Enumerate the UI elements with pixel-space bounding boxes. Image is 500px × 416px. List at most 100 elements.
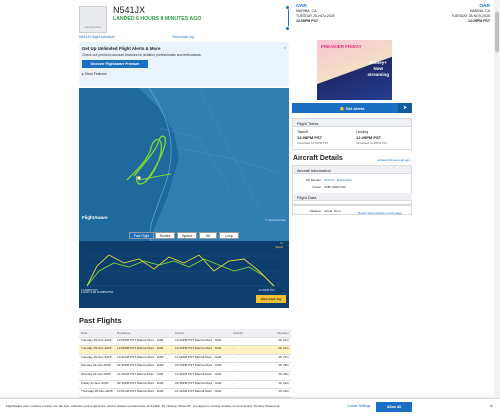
tab-loop[interactable]: Loop — [219, 232, 239, 239]
landing-scheduled: Scheduled 12:28PM PST — [356, 141, 388, 145]
takeoff-time: 12:08PM PST — [297, 135, 323, 140]
table-row[interactable]: Thursday 20-Nov-2025 10:51AM PST Marina M… — [79, 388, 291, 398]
table-row[interactable]: Tuesday 25-Nov-2025 12:08PM PST Marina Mu… — [79, 345, 291, 355]
map-credit: © OpenStreetMap — [265, 219, 286, 222]
view-track-log-button[interactable]: View track log — [256, 295, 286, 303]
col-duration: Duration — [267, 329, 291, 338]
table-row[interactable]: Tuesday 25-Nov-2025 10:42AM PST Marina Mu… — [79, 353, 291, 363]
cell-departure: 10:51AM PST Marina Muni · OAR — [115, 388, 173, 398]
origin-block: OAR MARINA, CA TUESDAY 25-NOV-2025 12:08… — [296, 4, 335, 24]
tab-alt[interactable]: Alt — [199, 232, 217, 239]
cell-date: Monday 24-Nov-2025 — [79, 370, 115, 381]
destination-block: OAR MARINA, CA TUESDAY 25-NOV-2025 12:29… — [420, 4, 490, 24]
cookie-banner: FlightAware uses cookies to keep our sit… — [0, 398, 500, 416]
landing-label: Landing — [356, 130, 369, 134]
show-features-toggle[interactable]: ▸ Show Features — [82, 72, 107, 76]
cell-arrival: 02:38PM PST Marina Muni · OAR — [173, 379, 231, 389]
cell-arrival: 11:09AM PST Marina Muni · OAR — [173, 353, 231, 363]
cell-aircraft: - — [231, 353, 267, 363]
cell-departure: 02:45PM PST Marina Muni · OAR — [115, 362, 173, 372]
speed-line — [86, 254, 275, 287]
cell-arrival: 11:30AM PST Marina Muni · OAR — [173, 370, 231, 381]
airport-marker-icon[interactable] — [136, 175, 142, 181]
cell-arrival: 03:10PM PST Marina Muni · OAR — [173, 362, 231, 372]
cell-duration: 0h 27m — [267, 353, 291, 363]
flight-data-title: Flight Data — [293, 193, 412, 201]
cookie-text: FlightAware uses cookies to keep our sit… — [6, 404, 280, 408]
altitude-line — [86, 258, 275, 287]
flight-track — [138, 173, 172, 181]
cell-duration: 0h 25m — [267, 362, 291, 372]
close-icon[interactable]: × — [490, 404, 493, 410]
origin-time: 12:08PM PST — [296, 19, 318, 23]
altitude-speed-graph: 12:08PM PST 12:29PM PST Alt Speed 1.0:00… — [79, 241, 289, 308]
tab-speed[interactable]: Speed — [177, 232, 197, 239]
flight-times-panel: Flight Times Takeoff 12:08PM PST Schedul… — [292, 118, 412, 150]
legend-speed: Speed — [275, 246, 283, 249]
col-date: Date — [79, 329, 115, 338]
aircraft-photo-placeholder[interactable]: upload photo — [79, 6, 107, 33]
cell-date: Tuesday 25-Nov-2025 — [79, 345, 115, 355]
aircraft-info-title: Aircraft Information — [293, 166, 411, 174]
cell-aircraft: - — [231, 370, 267, 381]
allow-all-button[interactable]: Allow All — [376, 402, 412, 412]
table-row[interactable]: Tuesday 25-Nov-2025 12:08PM PST Marina Mu… — [79, 336, 291, 346]
landing-time: 12:29PM PST — [356, 135, 382, 140]
report-inaccuracies-link[interactable]: Report inaccuracies on this page — [358, 211, 402, 215]
cell-duration: 0h 22m — [267, 379, 291, 389]
get-alerts-label: Get Alerts — [345, 105, 365, 111]
flight-times-title: Flight Times — [293, 119, 411, 127]
col-departure: Departure — [115, 329, 173, 338]
scrollbar-thumb[interactable] — [495, 12, 499, 52]
cell-duration: 0h 23m — [267, 388, 291, 398]
legend-alt: Alt — [279, 242, 283, 245]
cell-aircraft: - — [231, 388, 267, 398]
updated-link[interactable]: updated 03 seconds ago — [377, 158, 410, 162]
cell-duration: 0h 21m — [267, 336, 291, 346]
table-row[interactable]: Friday 21-Nov-2025 02:16PM PST Marina Mun… — [79, 379, 291, 389]
cell-date: Friday 21-Nov-2025 — [79, 379, 115, 389]
cell-aircraft: - — [231, 345, 267, 355]
owner-label: Owner — [312, 185, 321, 189]
get-alerts-button[interactable]: 🔔 Get Alerts — [292, 103, 412, 113]
share-icon[interactable]: ⮞ — [398, 103, 412, 113]
scrollbar[interactable] — [494, 0, 500, 398]
takeoff-label: Takeoff — [297, 130, 308, 134]
cell-arrival: 12:29PM PST Marina Muni · OAR — [173, 336, 231, 346]
cell-duration: 0h 21m — [267, 345, 291, 355]
upload-photo-label: upload photo — [84, 25, 102, 29]
cell-aircraft: - — [231, 362, 267, 372]
cell-date: Tuesday 25-Nov-2025 — [79, 353, 115, 363]
takeoff-scheduled: Scheduled 12:12PM PST — [297, 141, 329, 145]
table-row[interactable]: Monday 24-Nov-2025 02:45PM PST Marina Mun… — [79, 362, 291, 372]
tail-label: Tail Number — [305, 178, 321, 182]
close-icon[interactable]: × — [284, 45, 286, 50]
table-row[interactable]: Monday 24-Nov-2025 11:04AM PST Marina Mun… — [79, 370, 291, 381]
cookie-settings-link[interactable]: Cookie Settings — [347, 404, 371, 408]
tab-routes[interactable]: Routes — [155, 232, 175, 239]
origin-dot-icon — [285, 5, 290, 10]
time-readout: 1.0:00 / 1:00 12:00PM PST — [81, 291, 114, 294]
distance-value: Actual: 40 mi — [324, 209, 341, 213]
tail-value[interactable]: N541JX · Registration — [324, 178, 352, 182]
cell-arrival: 12:29PM PST Marina Muni · OAR — [173, 345, 231, 355]
premium-promo: Get Up Unlimited Flight Alerts & More Ch… — [79, 42, 289, 86]
ad-line2: streaming — [367, 72, 389, 77]
flight-schedule-link[interactable]: N541JX flight schedule — [79, 35, 115, 39]
tab-past-flight[interactable]: Past Flight — [129, 232, 154, 239]
col-arrival: Arrival — [173, 329, 231, 338]
destination-dot-icon — [285, 26, 290, 31]
ad-right-text: Disney+ Now streaming — [367, 60, 389, 78]
advertisement[interactable]: FREAKIER FRIDAY Disney+ Now streaming — [317, 40, 392, 100]
map-svg — [126, 88, 289, 241]
graph-x-end: 12:29PM PST — [258, 289, 275, 292]
cell-departure: 11:04AM PST Marina Muni · OAR — [115, 370, 173, 381]
discover-premium-button[interactable]: Discover FlightAware Premium — [82, 60, 148, 68]
flight-map[interactable]: FlightAware © OpenStreetMap — [79, 88, 289, 241]
cell-departure: 02:16PM PST Marina Muni · OAR — [115, 379, 173, 389]
cell-duration: 0h 26m — [267, 370, 291, 381]
cell-date: Monday 24-Nov-2025 — [79, 362, 115, 372]
col-aircraft: Aircraft — [231, 329, 267, 338]
track-log-link[interactable]: View track log — [172, 35, 194, 39]
cell-date: Tuesday 25-Nov-2025 — [79, 336, 115, 346]
